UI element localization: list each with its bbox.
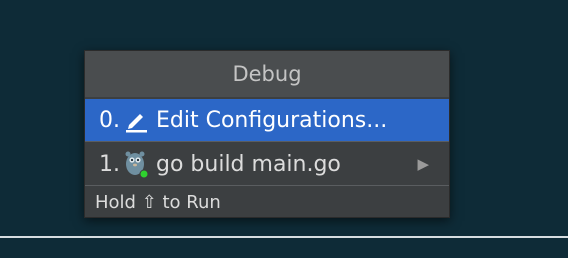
- menu-separator: [85, 185, 449, 186]
- popup-title-text: Debug: [232, 62, 302, 86]
- footer-hint-text: Hold ⇧ to Run: [95, 191, 221, 213]
- gopher-icon: [122, 150, 150, 179]
- debug-popup: Debug 0. Edit Configurations... 1. go bu…: [84, 50, 450, 218]
- menu-item-number: 0.: [99, 107, 120, 133]
- menu-item-go-build[interactable]: 1. go build main.go ▶: [85, 143, 449, 185]
- menu-item-label: Edit Configurations...: [156, 107, 388, 133]
- menu-separator: [85, 141, 449, 142]
- editor-divider-line: [0, 236, 568, 238]
- menu-item-edit-configurations[interactable]: 0. Edit Configurations...: [85, 99, 449, 141]
- menu-item-number: 1.: [99, 151, 120, 177]
- popup-title: Debug: [85, 51, 449, 97]
- pencil-icon: [122, 106, 150, 134]
- submenu-arrow-icon[interactable]: ▶: [417, 155, 429, 173]
- popup-footer-hint: Hold ⇧ to Run: [85, 187, 449, 217]
- menu-item-label: go build main.go: [156, 151, 341, 177]
